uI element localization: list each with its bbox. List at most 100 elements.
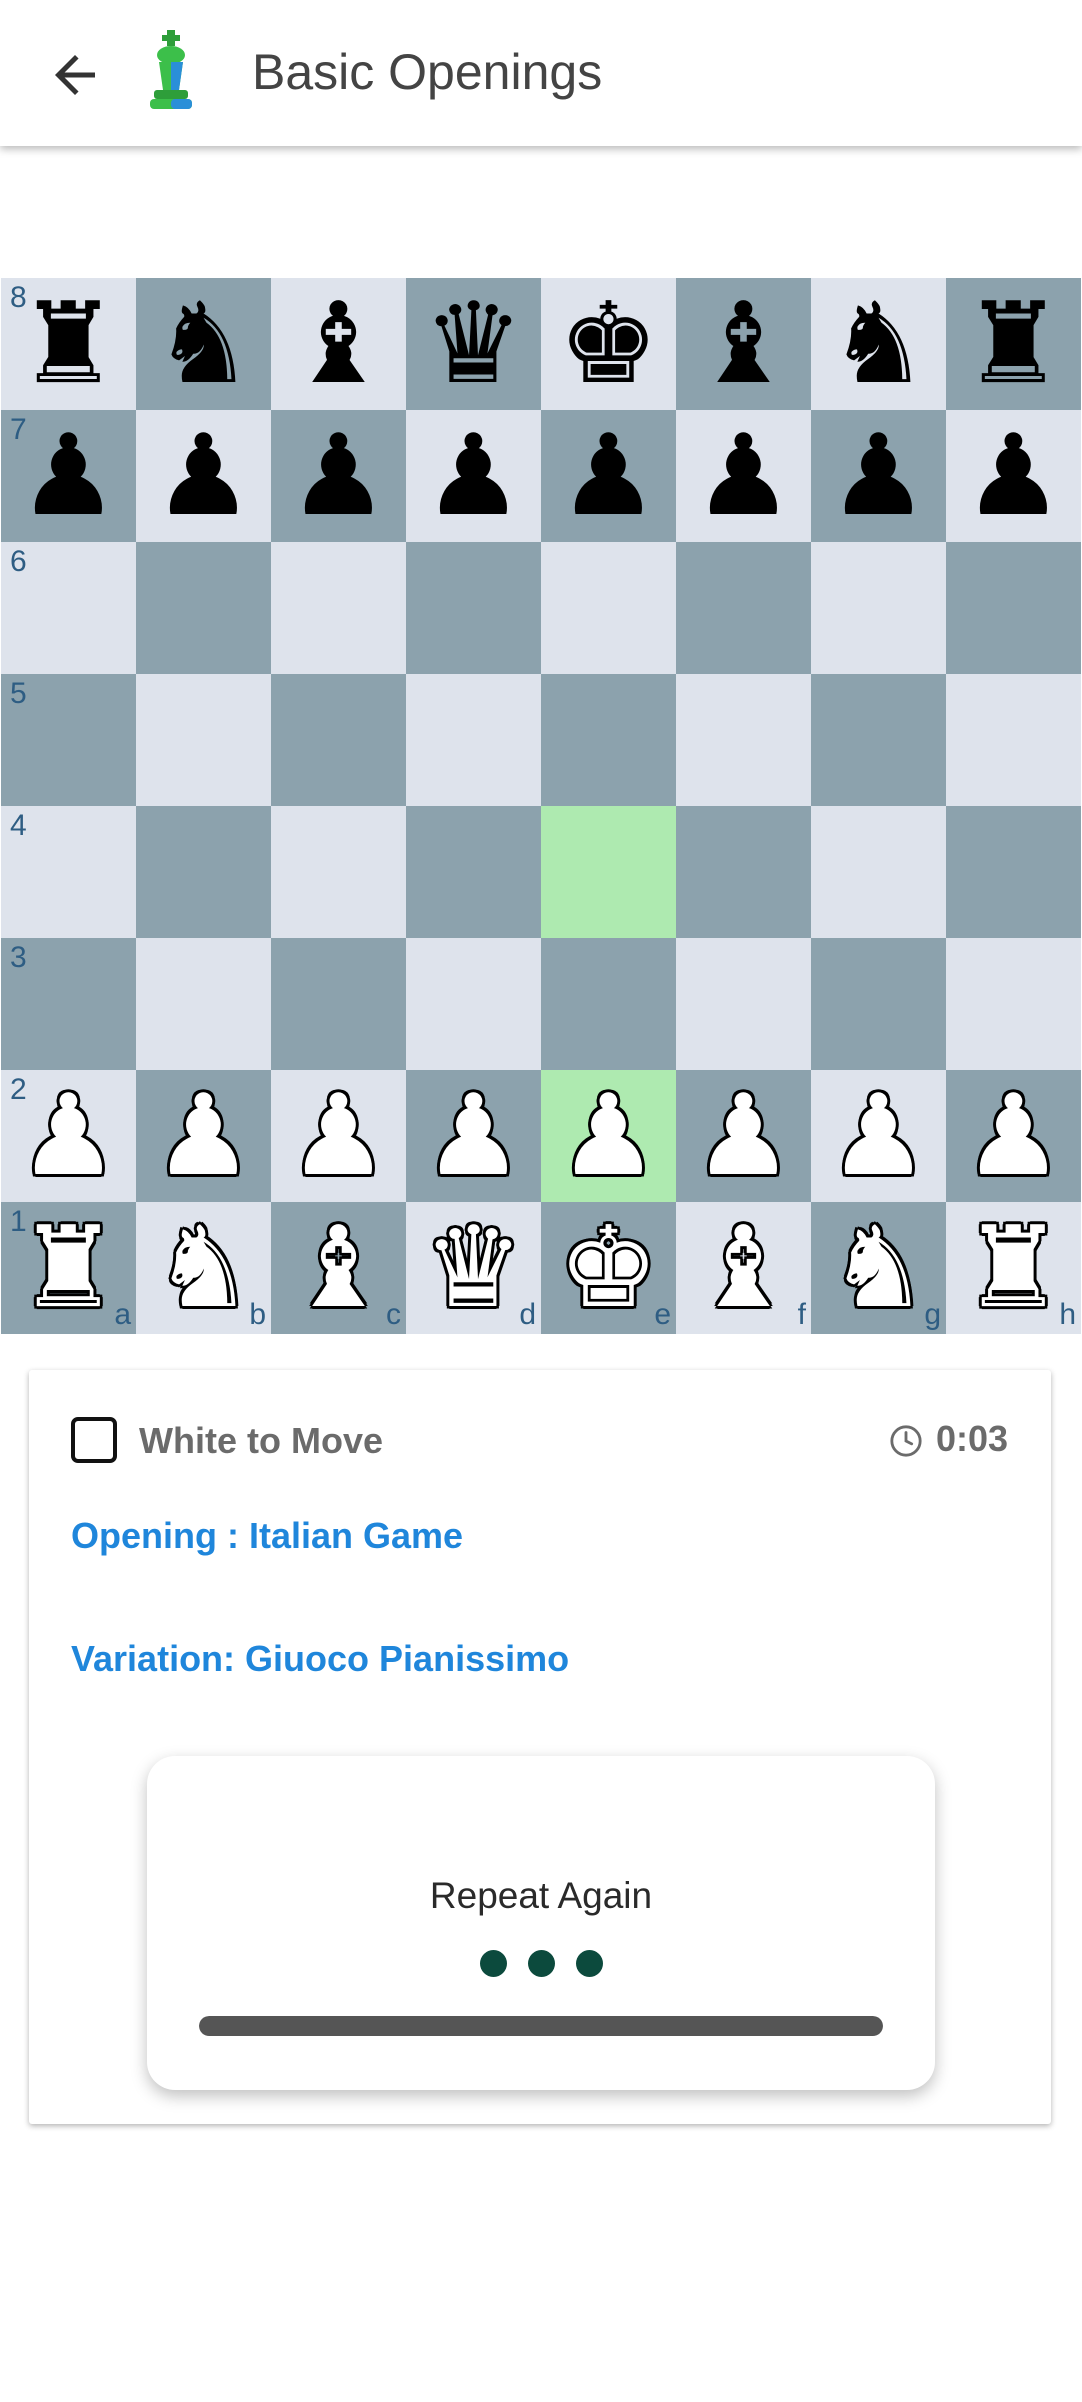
square-h1[interactable]: ♜ h [946,1202,1081,1334]
square-c5[interactable] [271,674,406,806]
square-a6[interactable]: 6 [1,542,136,674]
square-a7[interactable]: ♟ 7 [1,410,136,542]
square-e7[interactable]: ♟ [541,410,676,542]
loading-dot [575,1950,603,1977]
square-c6[interactable] [271,542,406,674]
loading-dot [527,1950,555,1977]
square-d2[interactable]: ♟ [406,1070,541,1202]
square-g7[interactable]: ♟ [811,410,946,542]
black-pawn-icon[interactable]: ♟ [406,410,541,542]
black-knight-icon[interactable]: ♞ [136,278,271,410]
file-label: c [386,1298,401,1331]
square-f1[interactable]: ♝ f [676,1202,811,1334]
white-pawn-icon[interactable]: ♟ [811,1070,946,1202]
black-rook-icon[interactable]: ♜ [946,278,1081,410]
rank-label: 1 [10,1205,27,1238]
square-g1[interactable]: ♞ g [811,1202,946,1334]
square-c8[interactable]: ♝ [271,278,406,410]
square-d5[interactable] [406,674,541,806]
square-a8[interactable]: ♜ 8 [1,278,136,410]
square-b6[interactable] [136,542,271,674]
white-pawn-icon[interactable]: ♟ [541,1070,676,1202]
square-f3[interactable] [676,938,811,1070]
black-king-icon[interactable]: ♚ [541,278,676,410]
black-pawn-icon[interactable]: ♟ [946,410,1081,542]
square-h3[interactable] [946,938,1081,1070]
black-pawn-icon[interactable]: ♟ [136,410,271,542]
white-pawn-icon[interactable]: ♟ [946,1070,1081,1202]
square-a5[interactable]: 5 [1,674,136,806]
square-b1[interactable]: ♞ b [136,1202,271,1334]
white-pawn-icon[interactable]: ♟ [271,1070,406,1202]
square-f7[interactable]: ♟ [676,410,811,542]
square-g2[interactable]: ♟ [811,1070,946,1202]
square-h7[interactable]: ♟ [946,410,1081,542]
black-knight-icon[interactable]: ♞ [811,278,946,410]
square-d8[interactable]: ♛ [406,278,541,410]
square-b2[interactable]: ♟ [136,1070,271,1202]
square-h6[interactable] [946,542,1081,674]
square-b8[interactable]: ♞ [136,278,271,410]
square-c4[interactable] [271,806,406,938]
square-a3[interactable]: 3 [1,938,136,1070]
square-d7[interactable]: ♟ [406,410,541,542]
square-h8[interactable]: ♜ [946,278,1081,410]
square-g6[interactable] [811,542,946,674]
square-h5[interactable] [946,674,1081,806]
black-pawn-icon[interactable]: ♟ [271,410,406,542]
square-f5[interactable] [676,674,811,806]
square-g3[interactable] [811,938,946,1070]
square-c2[interactable]: ♟ [271,1070,406,1202]
square-d4[interactable] [406,806,541,938]
white-pawn-icon[interactable]: ♟ [676,1070,811,1202]
square-b4[interactable] [136,806,271,938]
black-pawn-icon[interactable]: ♟ [811,410,946,542]
white-pawn-icon[interactable]: ♟ [406,1070,541,1202]
square-c3[interactable] [271,938,406,1070]
square-g5[interactable] [811,674,946,806]
square-e4[interactable] [541,806,676,938]
repeat-dialog[interactable]: Repeat Again [147,1756,935,2090]
square-f4[interactable] [676,806,811,938]
square-d1[interactable]: ♛ d [406,1202,541,1334]
black-bishop-icon[interactable]: ♝ [271,278,406,410]
white-bishop-icon[interactable]: ♝ [676,1202,811,1334]
turn-checkbox[interactable] [71,1417,117,1463]
opening-name: Opening : Italian Game [71,1515,464,1556]
back-button[interactable] [30,30,120,120]
square-f8[interactable]: ♝ [676,278,811,410]
square-e6[interactable] [541,542,676,674]
file-label: e [654,1298,671,1331]
square-e5[interactable] [541,674,676,806]
square-b7[interactable]: ♟ [136,410,271,542]
square-d6[interactable] [406,542,541,674]
chess-board: ♜ 8 ♞ ♝ ♛ ♚ ♝ ♞ ♜ ♟ 7 ♟ ♟ ♟ ♟ ♟ ♟ ♟ 6 5 4 3 ♟ 2 ♟ ♟ ♟ ♟ ♟ ♟ ♟ ♜ 1 a ♞ b ♝ c ♛ d… [1,278,1081,1334]
square-f6[interactable] [676,542,811,674]
square-a2[interactable]: ♟ 2 [1,1070,136,1202]
arrow-left-icon [55,55,95,95]
black-queen-icon[interactable]: ♛ [406,278,541,410]
black-pawn-icon[interactable]: ♟ [676,410,811,542]
rank-label: 6 [10,545,27,578]
square-g4[interactable] [811,806,946,938]
square-h2[interactable]: ♟ [946,1070,1081,1202]
black-bishop-icon[interactable]: ♝ [676,278,811,410]
square-e2[interactable]: ♟ [541,1070,676,1202]
square-e3[interactable] [541,938,676,1070]
square-e1[interactable]: ♚ e [541,1202,676,1334]
square-c1[interactable]: ♝ c [271,1202,406,1334]
app-bar: Basic Openings [0,0,1082,146]
square-d3[interactable] [406,938,541,1070]
square-g8[interactable]: ♞ [811,278,946,410]
black-pawn-icon[interactable]: ♟ [541,410,676,542]
square-e8[interactable]: ♚ [541,278,676,410]
square-c7[interactable]: ♟ [271,410,406,542]
square-f2[interactable]: ♟ [676,1070,811,1202]
square-a1[interactable]: ♜ 1 a [1,1202,136,1334]
square-b5[interactable] [136,674,271,806]
square-b3[interactable] [136,938,271,1070]
white-pawn-icon[interactable]: ♟ [136,1070,271,1202]
square-h4[interactable] [946,806,1081,938]
square-a4[interactable]: 4 [1,806,136,938]
rank-label: 4 [10,809,27,842]
